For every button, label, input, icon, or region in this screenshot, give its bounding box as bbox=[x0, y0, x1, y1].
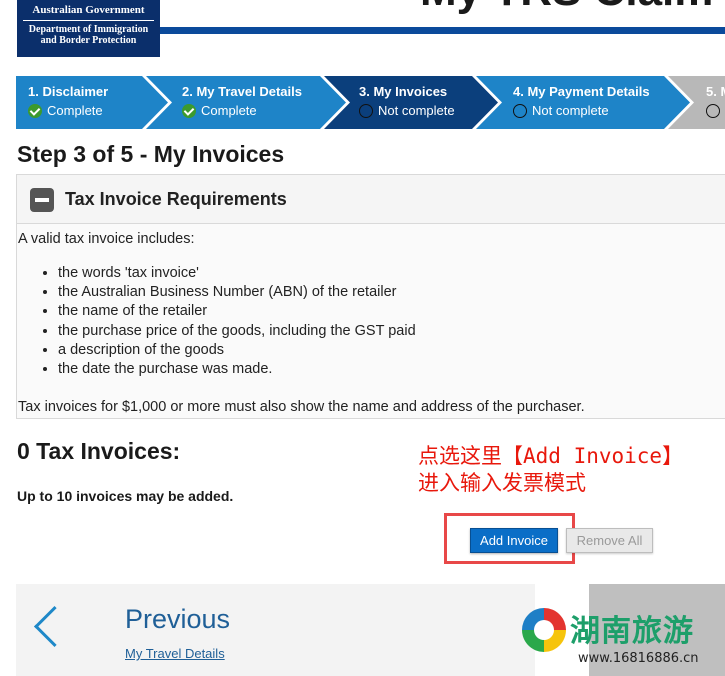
watermark-url: www.16816886.cn bbox=[578, 651, 699, 666]
empty-circle-icon bbox=[513, 104, 527, 118]
red-annotation: 点选这里【Add Invoice】 进入输入发票模式 bbox=[418, 443, 683, 497]
tax-invoice-requirements-panel: Tax Invoice Requirements A valid tax inv… bbox=[16, 174, 725, 419]
list-item: the words 'tax invoice' bbox=[58, 264, 416, 283]
step-title: 5. M bbox=[706, 84, 725, 99]
page-title: My TRS Claim bbox=[420, 0, 713, 16]
gov-logo-line3: and Border Protection bbox=[40, 35, 137, 46]
annotation-part: 】 bbox=[662, 444, 684, 468]
step-status: Complete bbox=[47, 103, 103, 118]
annotation-line1: 点选这里【Add Invoice】 bbox=[418, 443, 683, 470]
step-my-invoices[interactable]: 3. My Invoices Not complete bbox=[359, 76, 479, 129]
panel-title: Tax Invoice Requirements bbox=[65, 189, 287, 209]
government-logo: Australian Government Department of Immi… bbox=[17, 0, 160, 57]
chevron-left-icon bbox=[33, 605, 76, 648]
gov-logo-line2: Department of Immigration bbox=[28, 24, 149, 35]
panel-header[interactable]: Tax Invoice Requirements bbox=[17, 175, 725, 224]
list-item: a description of the goods bbox=[58, 341, 416, 360]
requirements-intro: A valid tax invoice includes: bbox=[18, 231, 195, 247]
requirements-list: the words 'tax invoice' the Australian B… bbox=[17, 264, 416, 379]
step-disclaimer[interactable]: 1. Disclaimer Complete bbox=[28, 76, 148, 129]
step-heading: Step 3 of 5 - My Invoices bbox=[17, 141, 285, 167]
step-title: 1. Disclaimer bbox=[28, 84, 109, 99]
step-status: Not complete bbox=[532, 103, 609, 118]
list-item: the name of the retailer bbox=[58, 302, 416, 321]
gov-logo-divider bbox=[23, 20, 154, 21]
watermark-text: 湖南旅游 bbox=[570, 614, 694, 649]
empty-circle-icon bbox=[706, 104, 720, 118]
step-my-travel-details[interactable]: 2. My Travel Details Complete bbox=[182, 76, 332, 129]
step-status: Not complete bbox=[378, 103, 455, 118]
step-title: 2. My Travel Details bbox=[182, 84, 302, 99]
step-title: 4. My Payment Details bbox=[513, 84, 650, 99]
list-item: the Australian Business Number (ABN) of … bbox=[58, 283, 416, 302]
step-title: 3. My Invoices bbox=[359, 84, 448, 99]
annotation-line2: 进入输入发票模式 bbox=[418, 471, 586, 495]
gov-logo-line1: Australian Government bbox=[32, 4, 145, 16]
step-5[interactable]: 5. M bbox=[706, 76, 725, 129]
annotation-part: Add Invoice bbox=[523, 444, 663, 468]
check-icon bbox=[28, 104, 42, 118]
previous-step-link[interactable]: My Travel Details bbox=[125, 646, 225, 661]
empty-circle-icon bbox=[359, 104, 373, 118]
check-icon bbox=[182, 104, 196, 118]
list-item: the purchase price of the goods, includi… bbox=[58, 322, 416, 341]
progress-stepper: 1. Disclaimer Complete 2. My Travel Deta… bbox=[16, 76, 725, 129]
requirements-footer: Tax invoices for $1,000 or more must als… bbox=[18, 399, 585, 415]
watermark-logo-icon bbox=[522, 608, 566, 652]
invoice-count: 0 Tax Invoices: bbox=[17, 438, 181, 464]
invoice-limit-note: Up to 10 invoices may be added. bbox=[17, 488, 234, 504]
step-status: Complete bbox=[201, 103, 257, 118]
add-invoice-button[interactable]: Add Invoice bbox=[470, 528, 558, 553]
annotation-part: 点选这里【 bbox=[418, 444, 523, 468]
collapse-minus-icon[interactable] bbox=[30, 188, 54, 212]
panel-body: A valid tax invoice includes: the words … bbox=[17, 224, 725, 418]
previous-label: Previous bbox=[125, 604, 231, 634]
list-item: the date the purchase was made. bbox=[58, 360, 416, 379]
previous-nav[interactable]: Previous My Travel Details bbox=[16, 584, 535, 676]
step-my-payment-details[interactable]: 4. My Payment Details Not complete bbox=[513, 76, 673, 129]
watermark: 湖南旅游 www.16816886.cn bbox=[522, 606, 725, 670]
remove-all-button[interactable]: Remove All bbox=[566, 528, 653, 553]
header-rule bbox=[160, 27, 725, 34]
